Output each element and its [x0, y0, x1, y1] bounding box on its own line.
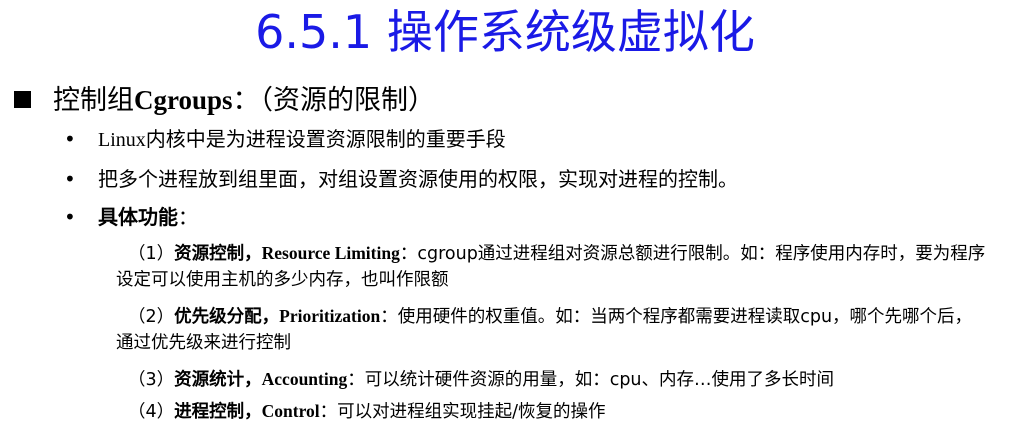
function-en: Accounting: [261, 369, 348, 389]
bullet-item-1: • Linux内核中是为进程设置资源限制的重要手段: [64, 124, 506, 155]
function-number: （2）: [128, 307, 175, 327]
square-bullet-icon: [14, 91, 31, 108]
function-name: 资源统计，: [174, 370, 262, 390]
bullet-3-label: 具体功能: [98, 205, 178, 229]
function-colon: ：: [319, 402, 338, 422]
bullet-3-colon: ：: [178, 205, 198, 229]
bullet-dot-icon: •: [64, 127, 76, 151]
function-item-accounting: （3）资源统计，Accounting：可以统计硬件资源的用量，如：cpu、内存……: [116, 366, 986, 393]
function-desc: 可以对进程组实现挂起/恢复的操作: [337, 402, 606, 422]
function-name: 资源控制，: [174, 244, 262, 264]
heading-term: Cgroups: [134, 85, 233, 115]
function-number: （1）: [128, 244, 175, 264]
function-name: 优先级分配，: [174, 307, 280, 327]
function-en: Resource Limiting: [261, 243, 400, 263]
function-item-prioritization: （2）优先级分配，Prioritization：使用硬件的权重值。如：当两个程序…: [116, 303, 986, 356]
bullet-dot-icon: •: [64, 205, 76, 229]
bullet-item-2: • 把多个进程放到组里面，对组设置资源使用的权限，实现对进程的控制。: [64, 164, 738, 194]
function-en: Prioritization: [279, 306, 381, 326]
function-desc: 可以统计硬件资源的用量，如：cpu、内存…使用了多长时间: [364, 370, 835, 390]
function-number: （3）: [128, 370, 175, 390]
bullet-2-text: 把多个进程放到组里面，对组设置资源使用的权限，实现对进程的控制。: [98, 167, 738, 191]
heading-paren: （资源的限制）: [259, 85, 436, 116]
function-colon: ：: [399, 244, 418, 264]
bullet-1-text: 内核中是为进程设置资源限制的重要手段: [145, 127, 506, 151]
heading-cgroups: 控制组Cgroups：（资源的限制）: [14, 80, 435, 121]
function-colon: ：: [380, 307, 398, 327]
bullet-1-latin: Linux: [98, 129, 146, 151]
function-name: 进程控制，: [174, 402, 262, 422]
function-en: Control: [261, 401, 320, 421]
slide-title: 6.5.1 操作系统级虚拟化: [255, 5, 755, 59]
function-item-control: （4）进程控制，Control：可以对进程组实现挂起/恢复的操作: [116, 398, 986, 425]
bullet-dot-icon: •: [64, 167, 76, 191]
function-item-resource-limiting: （1）资源控制，Resource Limiting：cgroup通过进程组对资源…: [116, 240, 986, 293]
heading-colon: ：: [232, 85, 260, 116]
bullet-item-3: • 具体功能：: [64, 202, 198, 232]
function-number: （4）: [128, 402, 175, 422]
function-colon: ：: [347, 370, 365, 390]
heading-prefix: 控制组: [53, 85, 134, 116]
